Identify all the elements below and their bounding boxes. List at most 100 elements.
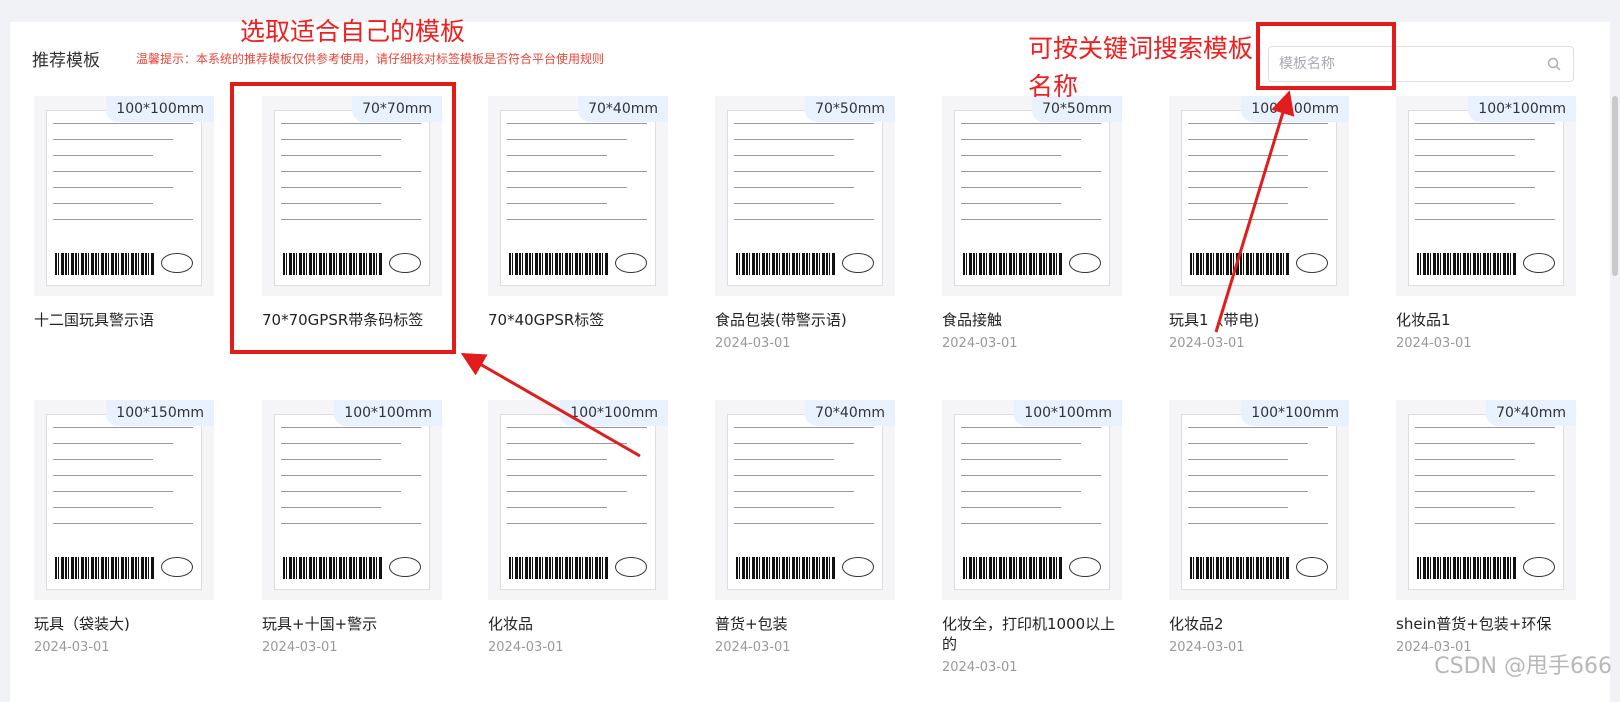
label-symbol-icon — [615, 253, 647, 273]
label-preview-image — [1181, 414, 1337, 590]
barcode — [509, 557, 609, 579]
label-rule — [1415, 427, 1555, 428]
label-rule — [1415, 203, 1515, 204]
size-tag: 100*100mm — [560, 400, 668, 426]
label-preview-image — [1408, 414, 1564, 590]
label-rule — [507, 123, 647, 124]
template-name[interactable]: 化妆全，打印机1000以上的 — [942, 614, 1122, 654]
template-preview[interactable]: 100*100mm — [1169, 96, 1349, 296]
label-rule — [281, 443, 401, 444]
template-name[interactable]: 70*40GPSR标签 — [488, 310, 668, 330]
scrollbar[interactable] — [1612, 96, 1618, 276]
template-date: 2024-03-01 — [1396, 336, 1576, 351]
template-card[interactable]: 70*50mm 食品接触 2024-03-01 — [942, 96, 1122, 351]
label-rule — [507, 187, 627, 188]
highlight-box-search — [1256, 22, 1396, 90]
label-rule — [961, 523, 1101, 524]
barcode — [1190, 557, 1290, 579]
label-symbol-icon — [842, 253, 874, 273]
label-rule — [1415, 523, 1555, 524]
template-preview[interactable]: 100*100mm — [262, 400, 442, 600]
template-name[interactable]: 玩具+十国+警示 — [262, 614, 442, 634]
label-rule — [961, 491, 1081, 492]
label-rule — [734, 523, 874, 524]
label-rule — [1415, 187, 1535, 188]
template-name[interactable]: 玩具1（带电) — [1169, 310, 1349, 330]
barcode — [736, 557, 836, 579]
label-rule — [281, 523, 421, 524]
template-card[interactable]: 100*150mm 玩具（袋装大) 2024-03-01 — [34, 400, 214, 655]
template-name[interactable]: 化妆品2 — [1169, 614, 1349, 634]
template-date: 2024-03-01 — [942, 660, 1122, 675]
template-preview[interactable]: 70*40mm — [488, 96, 668, 296]
label-preview-image — [274, 414, 430, 590]
template-card[interactable]: 100*100mm 化妆品 2024-03-01 — [488, 400, 668, 655]
template-card[interactable]: 100*100mm 化妆全，打印机1000以上的 2024-03-01 — [942, 400, 1122, 675]
template-preview[interactable]: 100*100mm — [1169, 400, 1349, 600]
label-rule — [961, 219, 1101, 220]
template-name[interactable]: 十二国玩具警示语 — [34, 310, 214, 330]
label-rule — [53, 459, 153, 460]
template-card[interactable]: 70*40mm shein普货+包装+环保 2024-03-01 — [1396, 400, 1576, 655]
label-rule — [1188, 491, 1308, 492]
size-tag: 70*40mm — [1486, 400, 1576, 426]
size-tag: 70*40mm — [805, 400, 895, 426]
template-card[interactable]: 100*100mm 十二国玩具警示语 — [34, 96, 214, 336]
template-preview[interactable]: 100*100mm — [488, 400, 668, 600]
label-rule — [961, 187, 1081, 188]
label-rule — [507, 507, 607, 508]
template-name[interactable]: 普货+包装 — [715, 614, 895, 634]
label-rule — [734, 123, 874, 124]
template-preview[interactable]: 100*100mm — [34, 96, 214, 296]
search-icon[interactable] — [1547, 57, 1561, 71]
template-preview[interactable]: 70*40mm — [715, 400, 895, 600]
template-date: 2024-03-01 — [34, 640, 214, 655]
template-name[interactable]: 食品包装(带警示语) — [715, 310, 895, 330]
template-card[interactable]: 70*40mm 普货+包装 2024-03-01 — [715, 400, 895, 655]
label-symbol-icon — [1523, 557, 1555, 577]
template-card[interactable]: 70*50mm 食品包装(带警示语) 2024-03-01 — [715, 96, 895, 351]
label-rule — [961, 427, 1101, 428]
label-symbol-icon — [1069, 253, 1101, 273]
label-rule — [507, 139, 627, 140]
template-preview[interactable]: 70*50mm — [715, 96, 895, 296]
template-card[interactable]: 70*40mm 70*40GPSR标签 — [488, 96, 668, 336]
label-rule — [961, 123, 1101, 124]
template-name[interactable]: 化妆品1 — [1396, 310, 1576, 330]
label-rule — [1415, 123, 1555, 124]
page-title: 推荐模板 — [32, 46, 100, 71]
template-preview[interactable]: 70*40mm — [1396, 400, 1576, 600]
template-name[interactable]: shein普货+包装+环保 — [1396, 614, 1576, 634]
barcode — [963, 557, 1063, 579]
label-rule — [1188, 139, 1308, 140]
label-rule — [53, 219, 193, 220]
barcode — [963, 253, 1063, 275]
label-rule — [53, 139, 173, 140]
label-rule — [1415, 443, 1535, 444]
template-date: 2024-03-01 — [1169, 336, 1349, 351]
template-preview[interactable]: 70*50mm — [942, 96, 1122, 296]
label-preview-image — [500, 414, 656, 590]
template-name[interactable]: 食品接触 — [942, 310, 1122, 330]
template-name[interactable]: 玩具（袋装大) — [34, 614, 214, 634]
label-rule — [734, 187, 854, 188]
size-tag: 100*100mm — [334, 400, 442, 426]
template-card[interactable]: 100*100mm 化妆品1 2024-03-01 — [1396, 96, 1576, 351]
label-symbol-icon — [389, 557, 421, 577]
template-preview[interactable]: 100*100mm — [942, 400, 1122, 600]
label-rule — [281, 475, 421, 476]
label-rule — [1415, 459, 1515, 460]
template-date: 2024-03-01 — [942, 336, 1122, 351]
template-preview[interactable]: 100*100mm — [1396, 96, 1576, 296]
template-card[interactable]: 100*100mm 玩具+十国+警示 2024-03-01 — [262, 400, 442, 655]
label-rule — [1188, 219, 1328, 220]
label-rule — [507, 427, 647, 428]
template-preview[interactable]: 100*150mm — [34, 400, 214, 600]
label-rule — [1415, 219, 1555, 220]
barcode — [55, 253, 155, 275]
label-rule — [1188, 203, 1288, 204]
template-name[interactable]: 化妆品 — [488, 614, 668, 634]
template-card[interactable]: 100*100mm 玩具1（带电) 2024-03-01 — [1169, 96, 1349, 351]
label-rule — [53, 427, 193, 428]
template-card[interactable]: 100*100mm 化妆品2 2024-03-01 — [1169, 400, 1349, 655]
